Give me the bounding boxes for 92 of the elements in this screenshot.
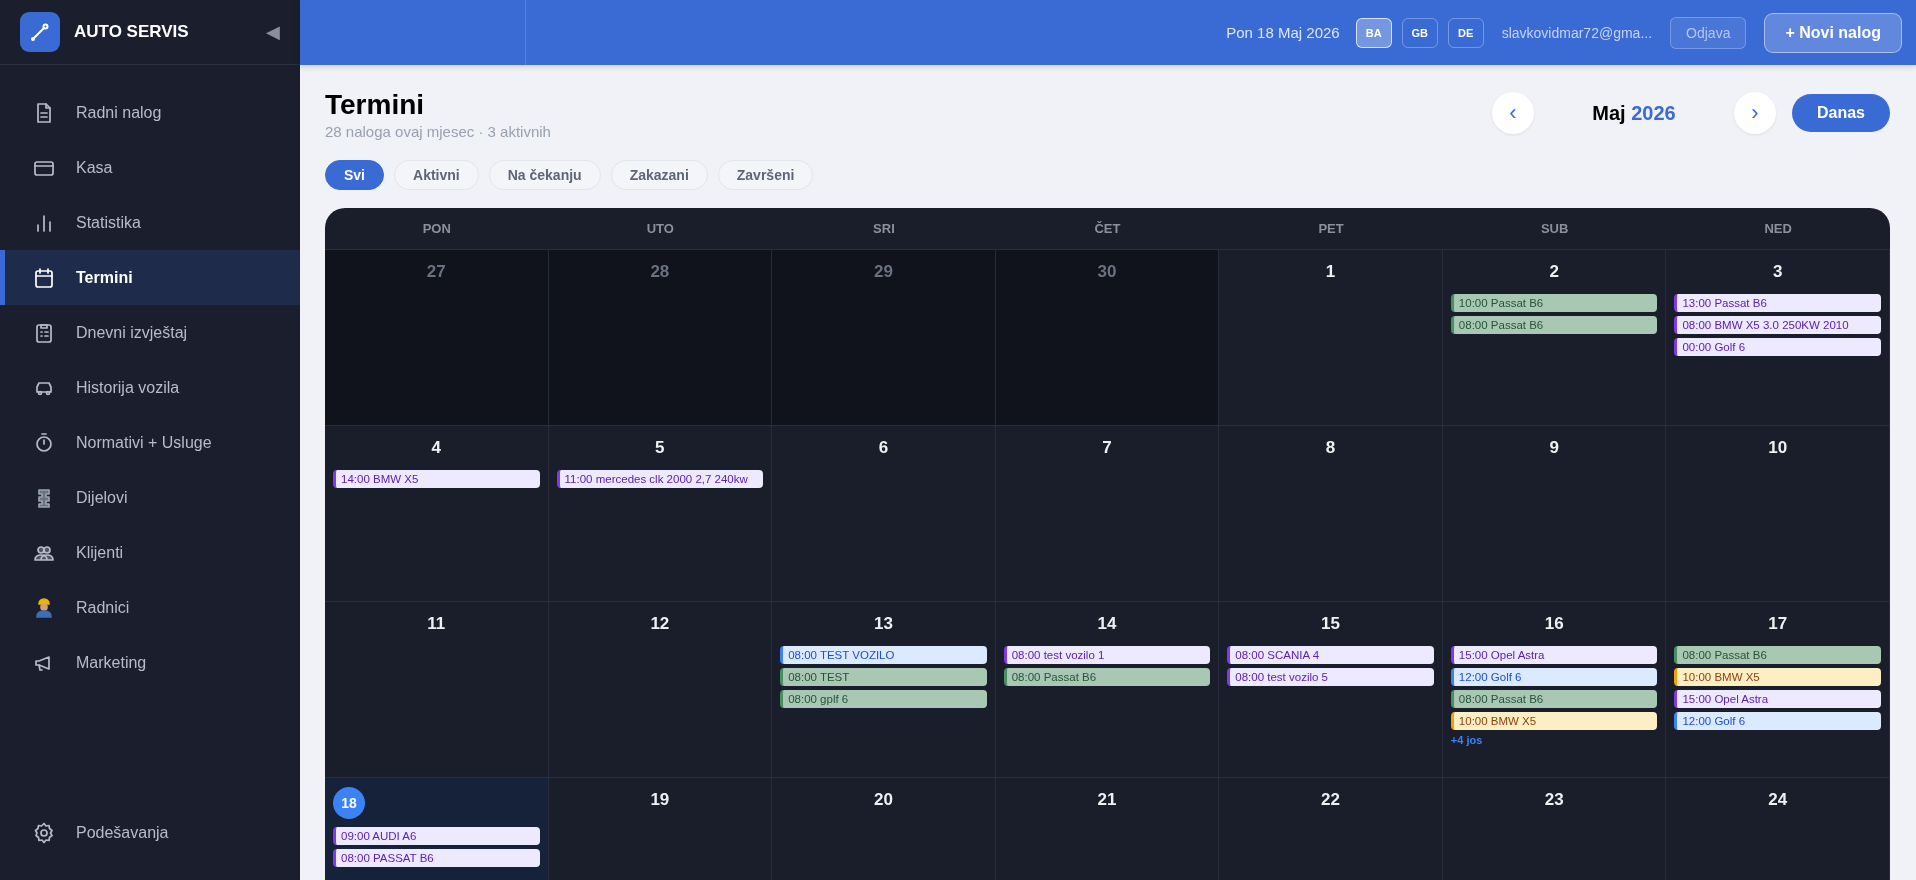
day-number: 12 xyxy=(649,614,671,634)
month-title: Maj 2026 xyxy=(1591,101,1677,125)
sidebar-item[interactable]: Dnevni izvještaj xyxy=(0,305,300,360)
day-number: 7 xyxy=(1101,438,1113,458)
appointment-chip[interactable]: 08:00 test vozilo 5 xyxy=(1227,668,1434,686)
day-number: 30 xyxy=(1096,262,1118,282)
day-number: 17 xyxy=(1767,614,1789,634)
appointment-chip[interactable]: 08:00 Passat B6 xyxy=(1450,316,1658,334)
app-title: AUTO SERVIS xyxy=(74,22,190,42)
sidebar-item[interactable]: Klijenti xyxy=(0,525,300,580)
appointment-chip[interactable]: 12:00 Golf 6 xyxy=(1450,668,1658,686)
new-order-button[interactable]: + Novi nalog xyxy=(1764,12,1902,53)
weekday-header: UTO xyxy=(645,221,675,236)
weekday-header: PET xyxy=(1317,221,1345,236)
weekday-header: NED xyxy=(1763,221,1793,236)
appointment-chip[interactable]: 14:00 BMW X5 xyxy=(333,470,540,488)
day-number: 1 xyxy=(1324,262,1337,282)
page-title: Termini xyxy=(325,89,426,121)
appointment-chip[interactable]: 08:00 Passat B6 xyxy=(1450,690,1658,708)
weekday-header: PON xyxy=(421,221,452,236)
day-number: 13 xyxy=(872,614,894,634)
page-subtitle: 28 naloga ovaj mjesec · 3 aktivnih xyxy=(325,123,552,140)
weekday-header: ČET xyxy=(1093,221,1122,236)
day-number: 8 xyxy=(1324,438,1337,458)
sidebar-item[interactable]: Dijelovi xyxy=(0,470,300,525)
appointment-chip[interactable]: 11:00 mercedes clk 2000 2,7 240kw xyxy=(556,470,764,488)
calendar-icon xyxy=(32,265,56,290)
day-number: 10 xyxy=(1767,438,1789,458)
filter-tab[interactable]: Na čekanju xyxy=(488,160,601,190)
sidebar-item[interactable]: Podešavanja xyxy=(0,805,169,860)
day-number: 5 xyxy=(654,438,666,458)
sidebar-item[interactable]: Historija vozila xyxy=(0,360,300,415)
day-number: 27 xyxy=(425,262,447,282)
weekday-header: SRI xyxy=(872,221,896,236)
day-number: 4 xyxy=(430,438,442,458)
appointment-chip[interactable]: 08:00 TEST xyxy=(780,668,987,686)
day-number: 14 xyxy=(1096,614,1118,634)
appointment-chip[interactable]: 13:00 Passat B6 xyxy=(1674,294,1881,312)
day-number: 2 xyxy=(1548,262,1560,282)
user-email: slavkovidmar72@gma... xyxy=(1501,24,1653,41)
filter-tab[interactable]: Svi xyxy=(325,160,384,190)
language-button[interactable]: DE xyxy=(1447,17,1484,48)
today-button[interactable]: Danas xyxy=(1791,94,1890,132)
appointment-chip[interactable]: 15:00 Opel Astra xyxy=(1450,646,1658,664)
appointment-chip[interactable]: 08:00 gplf 6 xyxy=(780,690,987,708)
sidebar-item[interactable]: Radnici xyxy=(0,580,300,635)
gear-icon xyxy=(32,820,56,845)
appointment-chip[interactable]: 09:00 AUDI A6 xyxy=(333,827,540,845)
appointment-chip[interactable]: 08:00 SCANIA 4 xyxy=(1227,646,1434,664)
day-number: 20 xyxy=(872,790,894,810)
day-number: 21 xyxy=(1096,790,1118,810)
day-number: 16 xyxy=(1543,614,1565,634)
appointment-chip[interactable]: 08:00 Passat B6 xyxy=(1674,646,1881,664)
filter-tab[interactable]: Zakazani xyxy=(610,160,708,190)
appointment-chip[interactable]: 15:00 Opel Astra xyxy=(1674,690,1881,708)
appointment-chip[interactable]: 08:00 PASSAT B6 xyxy=(333,849,540,867)
appointment-chip[interactable]: 08:00 Passat B6 xyxy=(1003,668,1211,686)
day-number: 24 xyxy=(1767,790,1789,810)
day-number: 19 xyxy=(649,790,671,810)
sidebar-item[interactable]: Normativi + Usluge xyxy=(0,415,300,470)
sidebar-item[interactable]: Statistika xyxy=(0,195,300,250)
appointment-chip[interactable]: 08:00 TEST VOZILO xyxy=(780,646,987,664)
day-number: 3 xyxy=(1771,262,1784,282)
appointment-chip[interactable]: 08:00 test vozilo 1 xyxy=(1003,646,1211,664)
today-day-number: 18 xyxy=(333,787,365,819)
day-number: 9 xyxy=(1548,438,1560,458)
appointment-chip[interactable]: 00:00 Golf 6 xyxy=(1674,338,1881,356)
day-number: 22 xyxy=(1320,790,1341,810)
sidebar-item[interactable]: Termini xyxy=(0,250,300,305)
appointment-chip[interactable]: 08:00 BMW X5 3.0 250KW 2010 xyxy=(1674,316,1881,334)
appointment-chip[interactable]: 10:00 BMW X5 xyxy=(1674,668,1881,686)
current-date: Pon 18 Maj 2026 xyxy=(1226,24,1340,41)
day-number: 11 xyxy=(426,614,447,634)
day-number: 15 xyxy=(1320,614,1341,634)
sidebar-item[interactable]: Radni nalog xyxy=(0,85,300,140)
filter-tab[interactable]: Aktivni xyxy=(394,160,479,190)
appointment-chip[interactable]: 12:00 Golf 6 xyxy=(1674,712,1881,730)
day-number: 28 xyxy=(649,262,671,282)
day-number: 23 xyxy=(1543,790,1565,810)
more-link[interactable]: +4 jos xyxy=(1450,734,1658,746)
day-number: 29 xyxy=(872,262,894,282)
weekday-header: SUB xyxy=(1539,221,1570,236)
sidebar-item[interactable]: Marketing xyxy=(0,635,300,690)
collapse-button[interactable]: ◀ xyxy=(266,21,280,43)
appointment-chip[interactable]: 10:00 BMW X5 xyxy=(1450,712,1658,730)
day-number: 6 xyxy=(877,438,890,458)
previous-month-button[interactable]: ‹ xyxy=(1491,92,1534,134)
language-button[interactable]: GB xyxy=(1401,17,1438,48)
appointment-chip[interactable]: 10:00 Passat B6 xyxy=(1450,294,1658,312)
next-month-button[interactable]: › xyxy=(1733,92,1776,134)
sidebar-item[interactable]: Kasa xyxy=(0,140,300,195)
filter-tab[interactable]: Završeni xyxy=(717,160,814,190)
